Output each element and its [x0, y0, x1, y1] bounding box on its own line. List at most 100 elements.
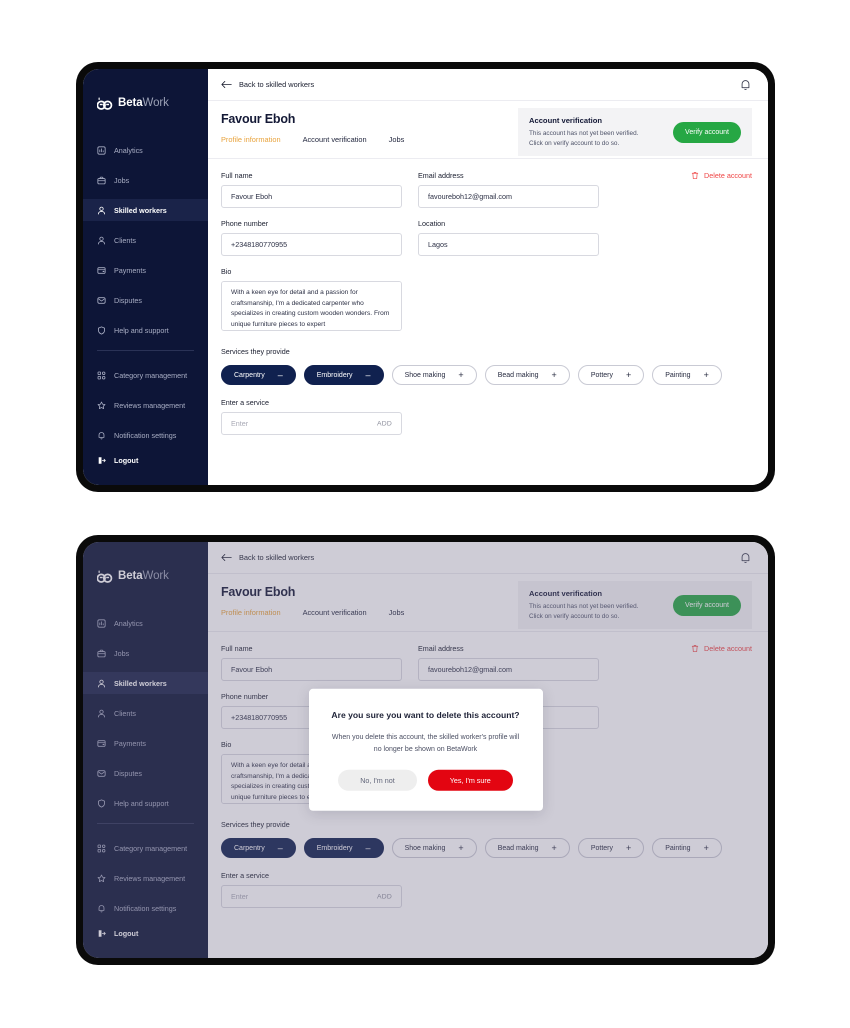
- sidebar-item-label: Notification settings: [114, 430, 177, 440]
- tab-account-verification[interactable]: Account verification: [303, 135, 367, 144]
- verification-line-1: This account has not yet been verified.: [529, 130, 639, 138]
- grid-icon: [97, 371, 106, 380]
- brand-logo-text: BetaWork: [118, 98, 169, 110]
- sidebar-item-category-management[interactable]: Category management: [83, 364, 208, 386]
- modal-cancel-button[interactable]: No, I'm not: [338, 770, 417, 792]
- page-root: BetaWork Analytics Jobs Skilled workers: [0, 0, 850, 1028]
- profile-header: Favour Eboh Profile information Account …: [208, 101, 768, 159]
- user-icon: [97, 206, 106, 215]
- email-label: Email address: [418, 171, 464, 180]
- modal-title: Are you sure you want to delete this acc…: [331, 709, 520, 720]
- modal-confirm-button[interactable]: Yes, I'm sure: [427, 770, 513, 792]
- chip-remove-icon: –: [277, 369, 283, 380]
- add-service-input[interactable]: [221, 412, 402, 435]
- chip-label: Pottery: [590, 371, 613, 379]
- sidebar-item-analytics[interactable]: Analytics: [83, 139, 208, 161]
- location-input[interactable]: [418, 233, 599, 256]
- briefcase-icon: [97, 176, 106, 185]
- sidebar-item-label: Category management: [114, 370, 188, 380]
- modal-actions: No, I'm not Yes, I'm sure: [331, 770, 521, 792]
- chip-label: Shoe making: [404, 371, 446, 379]
- sidebar-item-label: Jobs: [114, 175, 130, 185]
- sidebar-item-clients[interactable]: Clients: [83, 229, 208, 251]
- app-screen-bottom: BetaWork Analytics Jobs Skilled workers: [83, 542, 768, 958]
- sidebar-nav-secondary: Category management Reviews management N…: [83, 364, 208, 446]
- account-verification-card: Account verification This account has no…: [518, 108, 752, 156]
- profile-form: Full name Email address Delete account: [208, 159, 768, 485]
- chip-add-icon: +: [458, 369, 464, 380]
- form-row-bio: Bio With a keen eye for detail and a pas…: [221, 267, 752, 336]
- service-chip-bead-making[interactable]: Bead making +: [484, 365, 570, 385]
- shield-icon: [97, 325, 106, 335]
- chip-add-icon: +: [703, 369, 709, 380]
- analytics-icon: [97, 145, 106, 155]
- location-label: Location: [418, 219, 446, 228]
- service-chip-pottery[interactable]: Pottery +: [577, 365, 645, 385]
- topbar: Back to skilled workers: [208, 69, 768, 101]
- brand-name-bold: Beta: [118, 97, 143, 110]
- add-service-button[interactable]: ADD: [377, 420, 392, 427]
- notification-bell-icon[interactable]: [739, 78, 752, 92]
- sidebar-item-label: Clients: [114, 235, 136, 245]
- sidebar-item-jobs[interactable]: Jobs: [83, 169, 208, 191]
- device-frame-bottom: BetaWork Analytics Jobs Skilled workers: [76, 535, 775, 965]
- sidebar-item-label: Help and support: [114, 325, 169, 335]
- full-name-label: Full name: [221, 171, 253, 180]
- brand-name-light: Work: [142, 97, 169, 110]
- logout-button[interactable]: Logout: [83, 456, 208, 465]
- bio-label: Bio: [221, 267, 232, 276]
- chip-label: Embroidery: [316, 371, 353, 379]
- services-chip-list: Carpentry – Embroidery – Shoe making + Bead…: [221, 365, 752, 385]
- service-chip-painting[interactable]: Painting +: [652, 365, 722, 385]
- tab-profile-information[interactable]: Profile information: [221, 135, 281, 144]
- logout-icon: [97, 456, 106, 465]
- sidebar-item-label: Skilled workers: [114, 205, 167, 215]
- user-icon: [97, 236, 106, 245]
- verify-account-button[interactable]: Verify account: [673, 121, 741, 143]
- delete-account-confirm-modal: Are you sure you want to delete this acc…: [308, 688, 543, 812]
- delete-account-button[interactable]: Delete account: [691, 171, 752, 180]
- logout-label: Logout: [114, 456, 139, 465]
- star-icon: [97, 401, 106, 410]
- sidebar-nav-primary: Analytics Jobs Skilled workers Clients P…: [83, 139, 208, 341]
- phone-input[interactable]: [221, 233, 402, 256]
- add-service-group: Enter a service ADD: [221, 398, 402, 435]
- chip-add-icon: +: [551, 369, 557, 380]
- service-chip-embroidery[interactable]: Embroidery –: [303, 365, 384, 385]
- back-to-skilled-workers-button[interactable]: Back to skilled workers: [221, 80, 314, 89]
- sidebar-item-label: Disputes: [114, 295, 142, 305]
- tab-jobs[interactable]: Jobs: [389, 135, 405, 144]
- form-row-1: Full name Email address Delete account: [221, 171, 752, 208]
- chip-add-icon: +: [626, 369, 632, 380]
- app-screen-top: BetaWork Analytics Jobs Skilled workers: [83, 69, 768, 485]
- sidebar-item-notification-settings[interactable]: Notification settings: [83, 424, 208, 446]
- message-icon: [97, 296, 106, 305]
- main-content: Back to skilled workers Favour Eboh Prof…: [208, 69, 768, 485]
- sidebar: BetaWork Analytics Jobs Skilled workers: [83, 69, 208, 485]
- sidebar-item-payments[interactable]: Payments: [83, 259, 208, 281]
- full-name-input[interactable]: [221, 185, 402, 208]
- phone-field-group: Phone number: [221, 219, 402, 256]
- sidebar-item-disputes[interactable]: Disputes: [83, 289, 208, 311]
- modal-message: When you delete this account, the skille…: [331, 734, 520, 753]
- sidebar-item-skilled-workers[interactable]: Skilled workers: [83, 199, 208, 221]
- sidebar-item-label: Analytics: [114, 145, 143, 155]
- bell-icon: [97, 431, 106, 440]
- bio-textarea[interactable]: With a keen eye for detail and a passion…: [221, 281, 402, 331]
- email-input[interactable]: [418, 185, 599, 208]
- chip-label: Carpentry: [234, 371, 265, 379]
- brand-logo[interactable]: BetaWork: [83, 87, 208, 117]
- chip-remove-icon: –: [365, 369, 371, 380]
- betawork-logo-icon: [96, 97, 114, 112]
- phone-label: Phone number: [221, 219, 269, 228]
- sidebar-item-reviews-management[interactable]: Reviews management: [83, 394, 208, 416]
- bio-field-group: Bio With a keen eye for detail and a pas…: [221, 267, 402, 336]
- service-chip-carpentry[interactable]: Carpentry –: [221, 365, 296, 385]
- device-frame-top: BetaWork Analytics Jobs Skilled workers: [76, 62, 775, 492]
- sidebar-divider: [97, 350, 194, 351]
- sidebar-item-label: Payments: [114, 265, 146, 275]
- service-chip-shoe-making[interactable]: Shoe making +: [391, 365, 477, 385]
- form-row-2: Phone number Location: [221, 219, 752, 256]
- location-field-group: Location: [418, 219, 599, 256]
- sidebar-item-help-and-support[interactable]: Help and support: [83, 319, 208, 341]
